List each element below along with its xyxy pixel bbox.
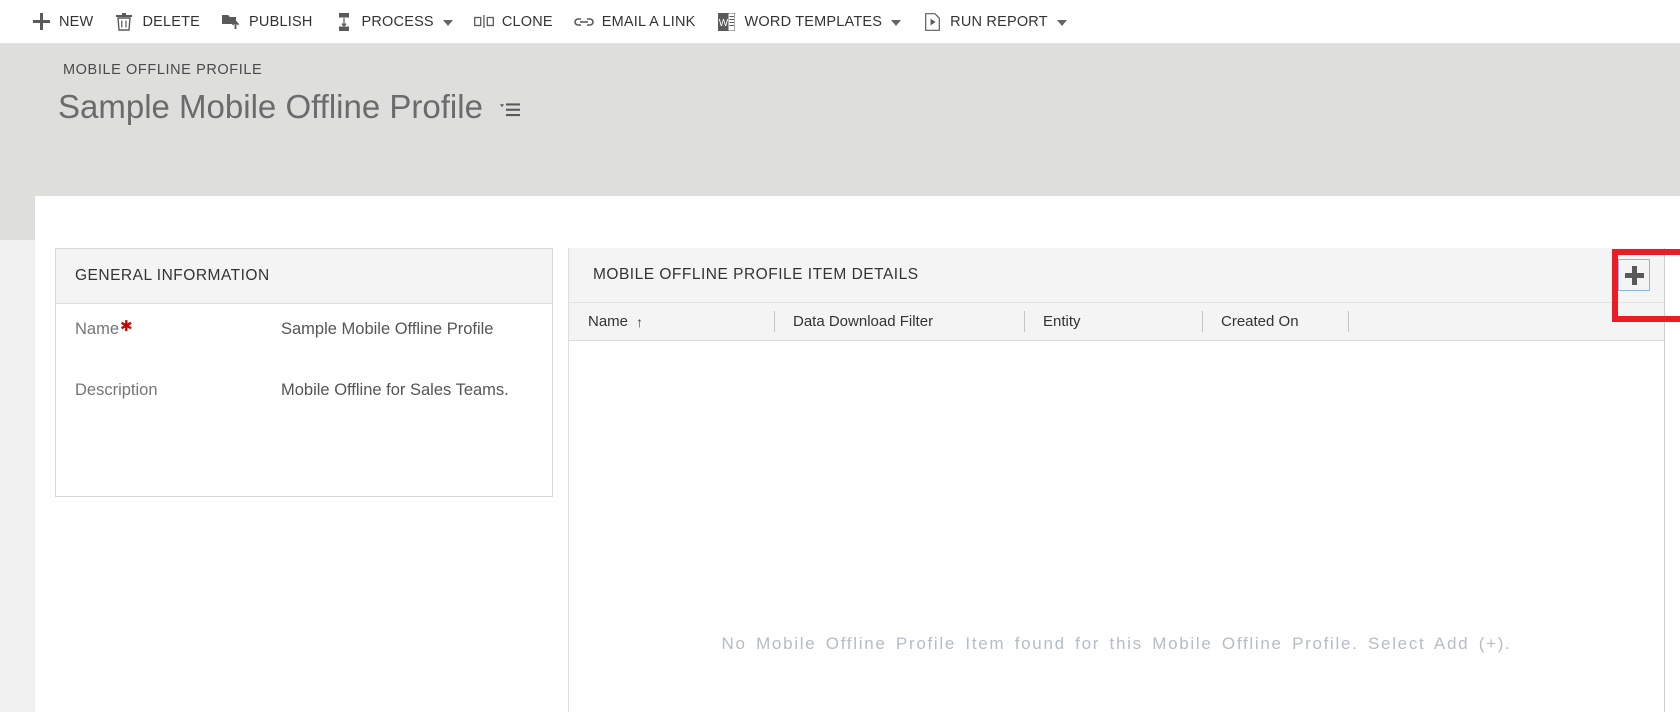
column-label: Name xyxy=(588,313,629,330)
command-label: RUN REPORT xyxy=(950,13,1048,30)
svg-text:W: W xyxy=(719,18,729,29)
column-header-data-download-filter[interactable]: Data Download Filter xyxy=(774,303,1024,341)
column-header-created-on[interactable]: Created On xyxy=(1202,303,1348,341)
column-label: Data Download Filter xyxy=(793,313,934,330)
plus-icon xyxy=(1624,265,1644,285)
sort-ascending-icon: ↑ xyxy=(636,313,644,330)
required-indicator-icon: ✱ xyxy=(120,318,133,335)
section-title: GENERAL INFORMATION xyxy=(75,267,270,284)
chevron-down-icon[interactable] xyxy=(442,19,453,26)
command-publish[interactable]: PUBLISH xyxy=(210,0,322,44)
subgrid-header: MOBILE OFFLINE PROFILE ITEM DETAILS xyxy=(569,248,1664,303)
add-record-button[interactable] xyxy=(1618,259,1650,291)
left-rail xyxy=(0,240,35,712)
clone-icon xyxy=(473,11,495,33)
command-email-a-link[interactable]: EMAIL A LINK xyxy=(563,0,706,44)
field-row-description: Description Mobile Offline for Sales Tea… xyxy=(56,381,552,400)
field-label-description: Description xyxy=(75,381,281,400)
command-label: WORD TEMPLATES xyxy=(744,13,883,30)
command-clone[interactable]: CLONE xyxy=(463,0,563,44)
subgrid-body: No Mobile Offline Profile Item found for… xyxy=(569,341,1664,711)
page-title: Sample Mobile Offline Profile xyxy=(58,88,483,125)
command-new[interactable]: NEW xyxy=(20,0,103,44)
empty-grid-message: No Mobile Offline Profile Item found for… xyxy=(721,634,1512,653)
run-report-icon xyxy=(921,11,943,33)
word-document-icon: W xyxy=(716,11,738,33)
field-label-name: Name✱ xyxy=(75,318,281,339)
record-set-menu-icon[interactable] xyxy=(499,101,521,119)
record-title-row: Sample Mobile Offline Profile xyxy=(58,86,521,128)
plus-icon xyxy=(30,11,52,33)
trash-icon xyxy=(113,11,135,33)
column-header-entity[interactable]: Entity xyxy=(1024,303,1202,341)
command-process[interactable]: PROCESS xyxy=(323,0,463,44)
profile-item-details-subgrid: MOBILE OFFLINE PROFILE ITEM DETAILS Name… xyxy=(568,248,1665,712)
column-header-filler xyxy=(1348,303,1664,341)
column-header-name[interactable]: Name ↑ xyxy=(569,303,774,341)
field-value-description[interactable]: Mobile Offline for Sales Teams. xyxy=(281,381,509,400)
link-icon xyxy=(573,11,595,33)
command-label: DELETE xyxy=(142,13,201,30)
command-word-templates[interactable]: W WORD TEMPLATES xyxy=(706,0,912,44)
command-bar: NEW DELETE PUBLISH PROCESS CLONE EMAIL A… xyxy=(0,0,1680,44)
field-row-name: Name✱ Sample Mobile Offline Profile xyxy=(56,318,552,339)
form-body: GENERAL INFORMATION Name✱ Sample Mobile … xyxy=(35,196,1680,712)
publish-icon xyxy=(220,11,242,33)
field-value-name[interactable]: Sample Mobile Offline Profile xyxy=(281,320,493,339)
subgrid-column-header-row: Name ↑ Data Download Filter Entity Creat… xyxy=(569,303,1664,341)
process-icon xyxy=(333,11,355,33)
field-label-text: Description xyxy=(75,381,158,399)
command-label: PROCESS xyxy=(361,13,434,30)
entity-type-label: MOBILE OFFLINE PROFILE xyxy=(63,62,263,78)
column-label: Created On xyxy=(1221,313,1299,330)
field-label-text: Name xyxy=(75,320,120,338)
command-delete[interactable]: DELETE xyxy=(103,0,210,44)
command-label: EMAIL A LINK xyxy=(601,13,696,30)
command-label: CLONE xyxy=(501,13,553,30)
section-title: MOBILE OFFLINE PROFILE ITEM DETAILS xyxy=(593,266,919,283)
command-label: NEW xyxy=(59,13,94,30)
command-label: PUBLISH xyxy=(249,13,313,30)
command-run-report[interactable]: RUN REPORT xyxy=(911,0,1077,44)
chevron-down-icon[interactable] xyxy=(891,19,902,26)
chevron-down-icon[interactable] xyxy=(1056,19,1067,26)
column-label: Entity xyxy=(1043,313,1081,330)
general-information-header: GENERAL INFORMATION xyxy=(56,249,552,304)
general-information-section: GENERAL INFORMATION Name✱ Sample Mobile … xyxy=(55,248,553,497)
